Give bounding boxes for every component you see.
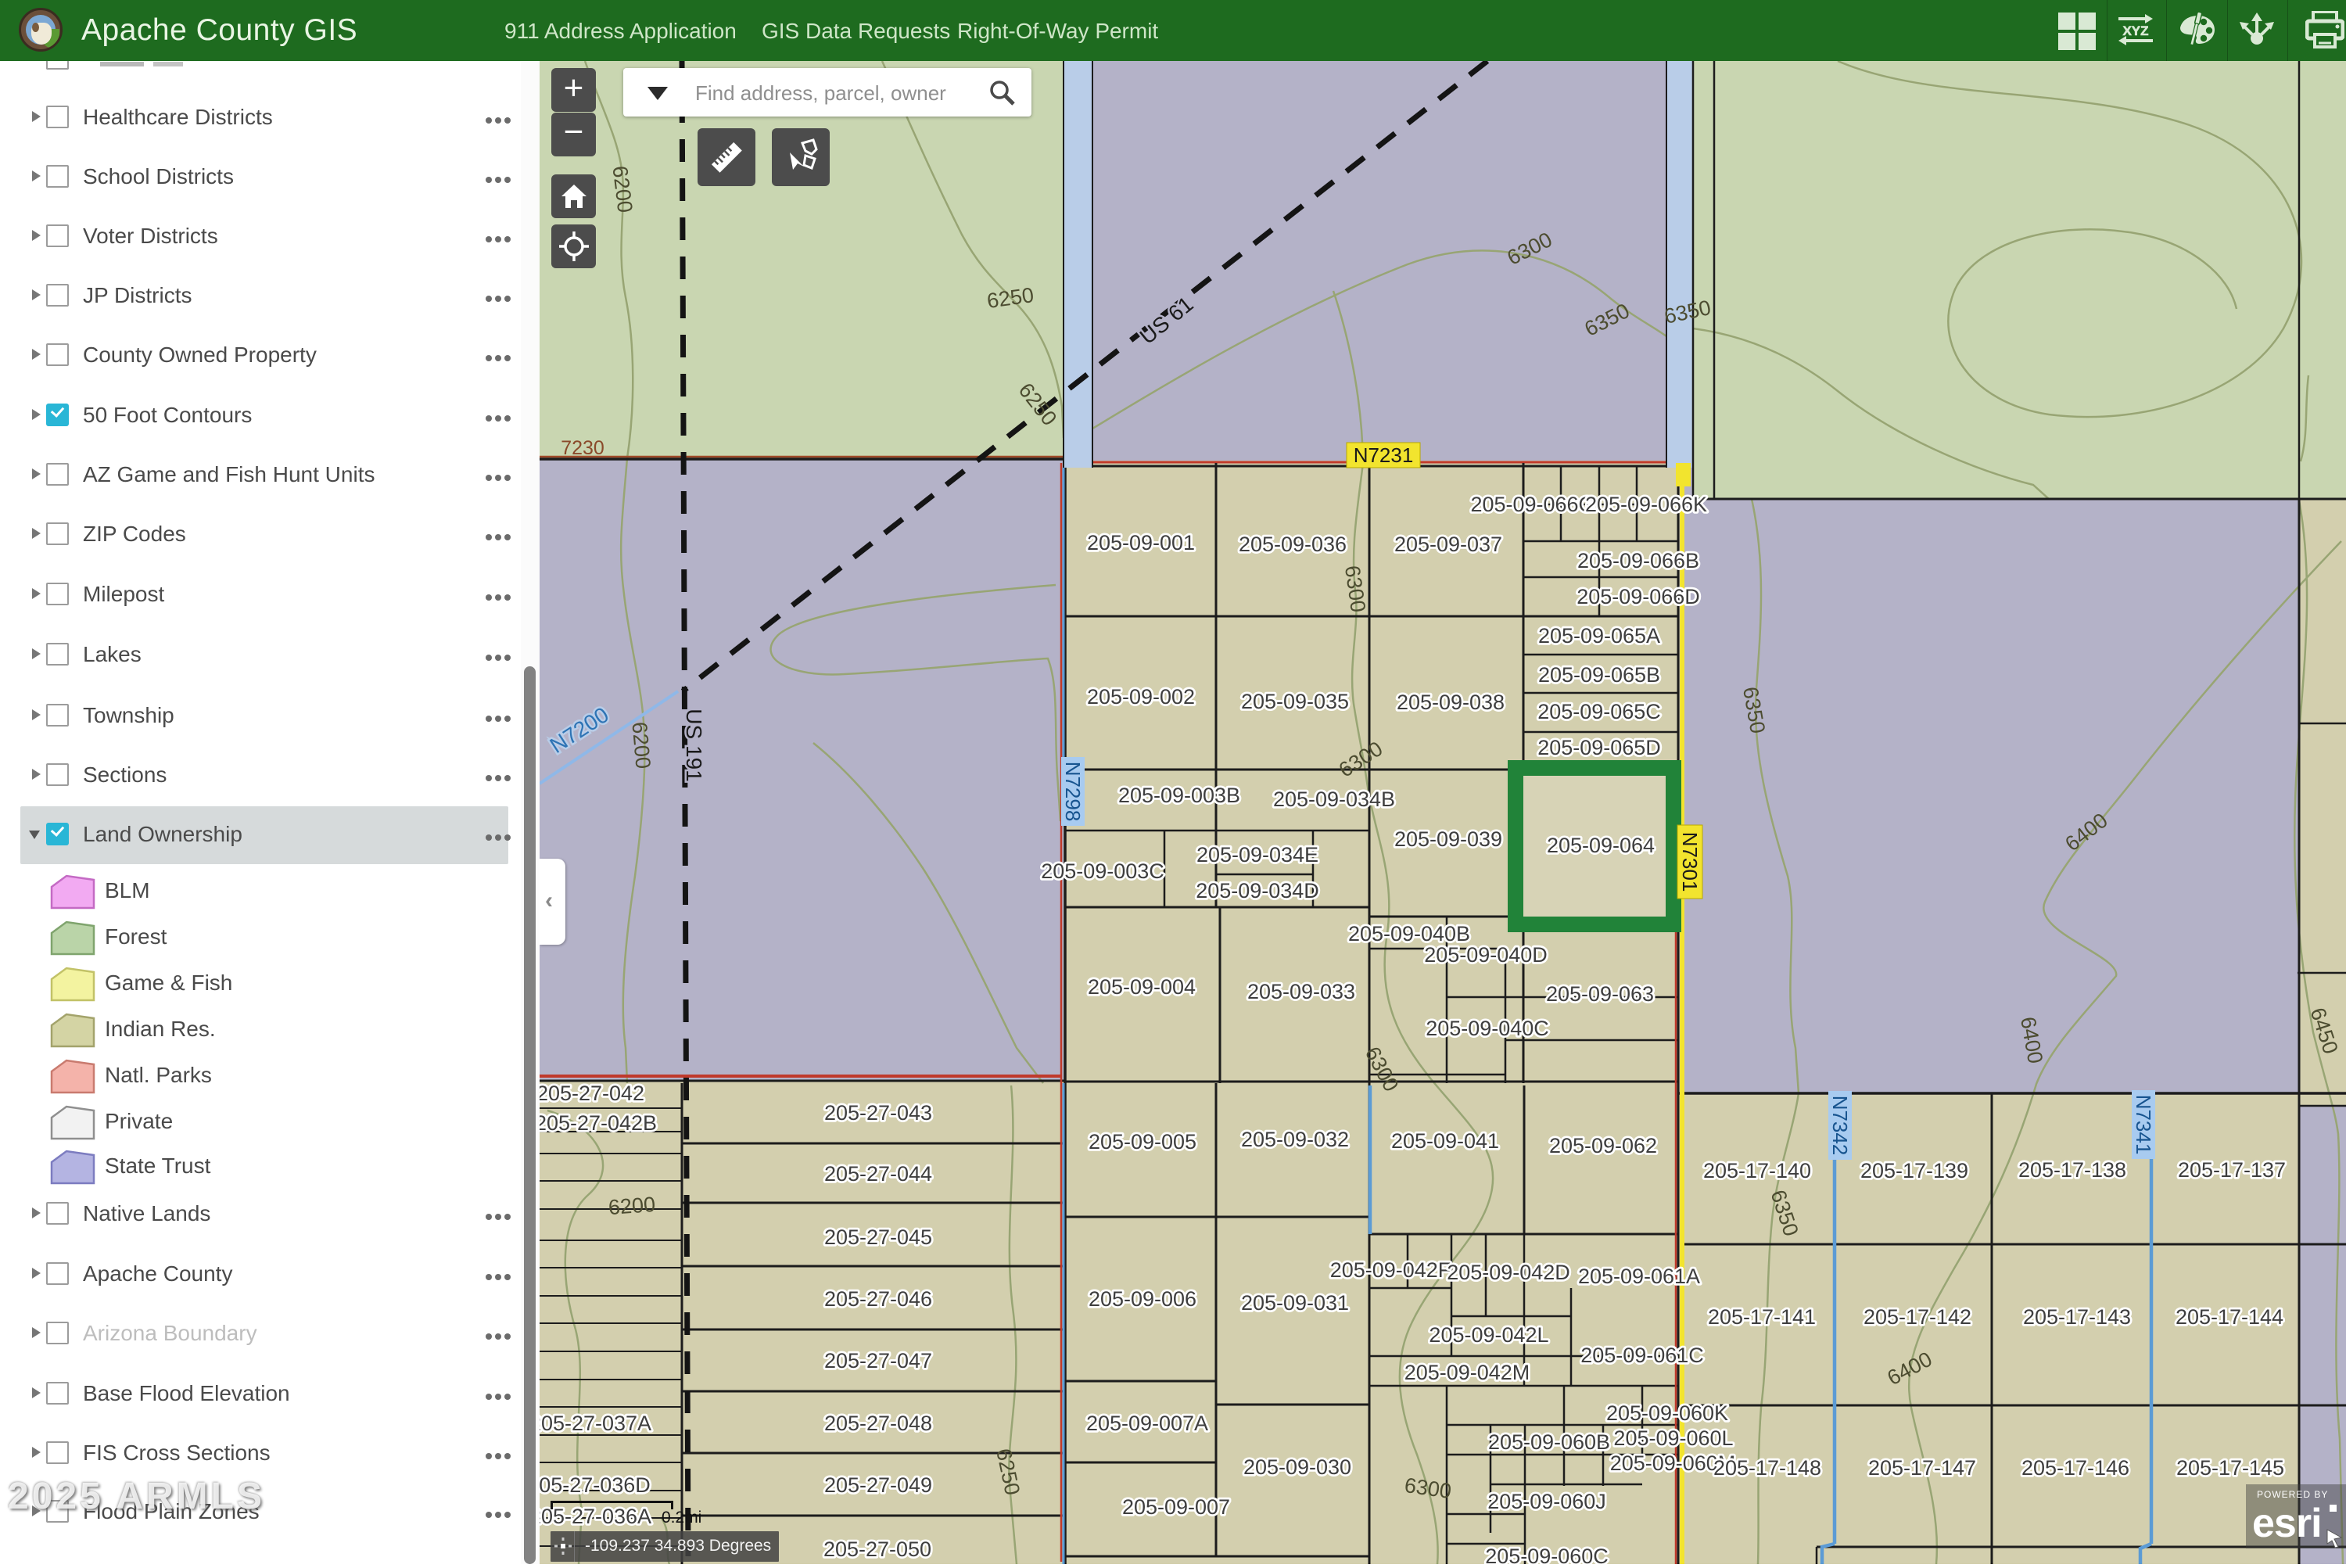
svg-text:205-09-001: 205-09-001 [1087, 531, 1195, 554]
svg-text:205-09-061C: 205-09-061C [1580, 1344, 1704, 1367]
svg-text:205-17-143: 205-17-143 [2023, 1305, 2131, 1329]
svg-text:205-27-050: 205-27-050 [823, 1538, 931, 1561]
svg-text:205-27-044: 205-27-044 [824, 1162, 932, 1186]
svg-text:205-09-066G: 205-09-066G [1470, 493, 1594, 516]
svg-text:205-17-139: 205-17-139 [1860, 1159, 1968, 1182]
svg-text:205-09-065B: 205-09-065B [1538, 663, 1660, 687]
svg-text:205-17-141: 205-17-141 [1708, 1305, 1816, 1329]
svg-text:205-09-065D: 205-09-065D [1537, 736, 1661, 759]
svg-text:205-27-043: 205-27-043 [824, 1101, 932, 1125]
svg-text:205-09-060C: 205-09-060C [1485, 1545, 1609, 1564]
svg-text:205-09-034B: 205-09-034B [1273, 788, 1395, 811]
svg-text:7230: 7230 [561, 437, 604, 459]
svg-text:205-09-031: 205-09-031 [1241, 1291, 1349, 1315]
svg-text:205-09-007: 205-09-007 [1122, 1495, 1230, 1519]
svg-text:205-09-034D: 205-09-034D [1196, 879, 1319, 902]
svg-text:205-09-038: 205-09-038 [1397, 691, 1505, 714]
svg-text:205-27-046: 205-27-046 [824, 1287, 932, 1311]
svg-text:XYZ: XYZ [2122, 23, 2148, 38]
svg-text:205-09-041: 205-09-041 [1391, 1129, 1499, 1153]
svg-text:205-09-042F: 205-09-042F [1330, 1258, 1451, 1282]
svg-text:205-09-066D: 205-09-066D [1577, 585, 1700, 608]
svg-text:205-09-040D: 205-09-040D [1424, 943, 1548, 967]
svg-text:US 191: US 191 [682, 709, 706, 781]
svg-text:205-09-033: 205-09-033 [1247, 980, 1355, 1003]
svg-text:205-09-042D: 205-09-042D [1447, 1261, 1570, 1284]
svg-text:205-17-138: 205-17-138 [2018, 1158, 2126, 1182]
svg-text:205-09-032: 205-09-032 [1241, 1128, 1349, 1151]
svg-text:205-09-036: 205-09-036 [1239, 533, 1347, 556]
svg-text:205-27-037A: 205-27-037A [540, 1412, 651, 1435]
svg-text:205-09-065C: 205-09-065C [1537, 700, 1661, 723]
svg-text:205-17-148: 205-17-148 [1713, 1456, 1821, 1480]
svg-text:205-09-060K: 205-09-060K [1606, 1401, 1728, 1425]
svg-text:205-09-042M: 205-09-042M [1404, 1361, 1530, 1384]
svg-text:205-09-060L: 205-09-060L [1613, 1426, 1733, 1450]
svg-text:205-17-142: 205-17-142 [1864, 1305, 1971, 1329]
svg-text:205-09-004: 205-09-004 [1088, 975, 1196, 999]
svg-text:205-09-066K: 205-09-066K [1585, 493, 1707, 516]
svg-text:205-09-066B: 205-09-066B [1577, 549, 1699, 572]
svg-text:205-17-144: 205-17-144 [2176, 1305, 2283, 1329]
svg-text:205-09-005: 205-09-005 [1089, 1130, 1196, 1154]
svg-text:205-27-047: 205-27-047 [824, 1349, 932, 1372]
svg-text:205-17-137: 205-17-137 [2178, 1158, 2286, 1182]
svg-text:N7341: N7341 [2132, 1095, 2155, 1155]
svg-text:205-09-002: 205-09-002 [1087, 685, 1195, 709]
svg-text:205-09-064: 205-09-064 [1547, 834, 1655, 857]
svg-text:205-09-003C: 205-09-003C [1041, 859, 1164, 883]
svg-text:N7298: N7298 [1061, 762, 1085, 822]
svg-text:205-09-007A: 205-09-007A [1086, 1412, 1208, 1435]
svg-text:205-09-003B: 205-09-003B [1118, 784, 1240, 807]
svg-text:205-17-146: 205-17-146 [2021, 1456, 2129, 1480]
svg-text:205-09-061A: 205-09-061A [1578, 1265, 1700, 1288]
svg-text:N7301: N7301 [1678, 832, 1702, 892]
svg-text:205-09-062: 205-09-062 [1549, 1134, 1657, 1157]
svg-text:205-27-049: 205-27-049 [824, 1473, 932, 1497]
svg-text:205-09-063: 205-09-063 [1546, 982, 1654, 1006]
svg-text:6200: 6200 [608, 1193, 656, 1219]
svg-text:205-09-060J: 205-09-060J [1487, 1490, 1606, 1513]
svg-text:205-09-040B: 205-09-040B [1348, 922, 1470, 945]
svg-text:205-27-036D: 205-27-036D [540, 1473, 651, 1497]
svg-text:205-09-035: 205-09-035 [1241, 690, 1349, 713]
svg-text:6200: 6200 [627, 721, 655, 770]
svg-text:N7231: N7231 [1354, 443, 1414, 467]
svg-text:205-09-040C: 205-09-040C [1426, 1017, 1549, 1040]
svg-text:205-17-147: 205-17-147 [1868, 1456, 1976, 1480]
svg-text:205-27-042B: 205-27-042B [540, 1111, 657, 1135]
svg-text:205-17-140: 205-17-140 [1703, 1159, 1811, 1182]
svg-text:205-09-042L: 205-09-042L [1429, 1323, 1548, 1347]
svg-text:205-09-030: 205-09-030 [1243, 1455, 1351, 1479]
svg-text:205-09-006: 205-09-006 [1089, 1287, 1196, 1311]
svg-text:205-17-145: 205-17-145 [2176, 1456, 2284, 1480]
svg-text:205-09-037: 205-09-037 [1394, 533, 1502, 556]
svg-text:205-09-060B: 205-09-060B [1488, 1430, 1610, 1454]
svg-text:N7342: N7342 [1828, 1096, 1852, 1156]
svg-text:205-09-039: 205-09-039 [1394, 827, 1502, 851]
svg-text:205-27-045: 205-27-045 [824, 1225, 932, 1249]
svg-text:205-09-065A: 205-09-065A [1538, 624, 1660, 648]
svg-text:205-27-042: 205-27-042 [540, 1082, 644, 1105]
svg-text:205-09-034E: 205-09-034E [1196, 843, 1318, 867]
svg-text:205-27-048: 205-27-048 [824, 1412, 932, 1435]
